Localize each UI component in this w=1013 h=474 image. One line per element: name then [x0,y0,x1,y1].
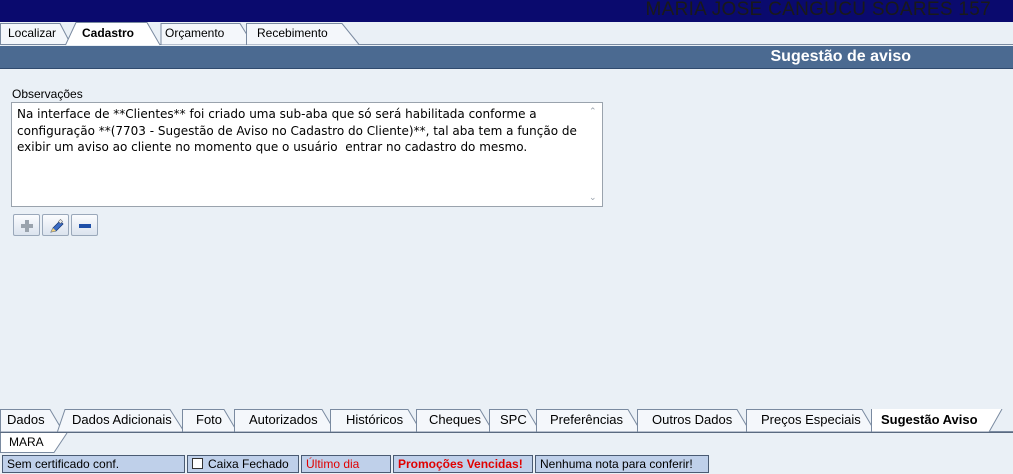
tab-dados-adicionais[interactable]: Dados Adicionais [57,409,185,432]
add-button[interactable] [13,214,40,236]
minus-icon [79,224,91,228]
status-bar: Sem certificado conf. Caixa Fechado Últi… [0,454,1013,474]
tab-outros-dados[interactable]: Outros Dados [637,409,751,432]
tab-spc[interactable]: SPC [489,409,541,432]
section-header: Sugestão de aviso [0,46,1013,69]
tab-spc-label: SPC [500,412,527,427]
tab-foto[interactable]: Foto [182,409,238,432]
user-tab-mara[interactable]: MARA [0,433,68,453]
tab-autorizados-label: Autorizados [249,412,318,427]
plus-icon [21,220,33,232]
user-tab-bar: MARA [0,432,1013,454]
tab-historicos-label: Históricos [346,412,404,427]
tab-orcamento-label: Orçamento [165,26,225,40]
status-caixa[interactable]: Caixa Fechado [187,455,299,473]
edit-button[interactable] [42,214,69,236]
pencil-icon [50,219,64,233]
top-banner: MARIA JOSE CANGUCU SOARES 157 [0,0,1013,22]
tab-autorizados[interactable]: Autorizados [234,409,336,432]
tab-recebimento[interactable]: Recebimento [246,22,360,45]
tab-dados-adicionais-label: Dados Adicionais [72,412,172,427]
tab-precos-especiais[interactable]: Preços Especiais [746,409,876,432]
scroll-down-icon[interactable]: ⌄ [589,192,597,203]
tab-preferencias-label: Preferências [550,412,623,427]
tab-dados[interactable]: Dados [0,409,64,432]
tab-precos-especiais-label: Preços Especiais [761,412,861,427]
observacoes-scrollbar[interactable]: ⌃ ⌄ [585,103,602,206]
tab-localizar[interactable]: Localizar [0,22,72,45]
status-nota: Nenhuma nota para conferir! [535,455,709,473]
tab-preferencias[interactable]: Preferências [536,409,642,432]
tab-outros-dados-label: Outros Dados [652,412,733,427]
status-ultimo-dia: Último dia [301,455,391,473]
observacoes-textarea[interactable]: Na interface de **Clientes** foi criado … [11,102,603,207]
status-caixa-label: Caixa Fechado [208,457,289,471]
bottom-tab-bar: Dados Dados Adicionais Foto Autorizados … [0,407,1013,433]
user-name: MARIA JOSE CANGUCU SOARES 157 [645,0,991,20]
remove-button[interactable] [71,214,98,236]
top-tab-bar: Localizar Cadastro Orçamento Recebimento [0,22,1013,46]
tab-sugestao-aviso[interactable]: Sugestão Aviso [871,409,1003,433]
observacoes-text: Na interface de **Clientes** foi criado … [17,107,577,154]
scroll-up-icon[interactable]: ⌃ [589,106,597,117]
user-tab-label: MARA [9,435,44,449]
tab-orcamento[interactable]: Orçamento [148,22,254,45]
observacoes-label: Observações [12,87,83,101]
status-promocoes: Promoções Vencidas! [393,455,533,473]
tab-cheques[interactable]: Cheques [416,409,494,432]
tab-cadastro-label: Cadastro [82,26,135,40]
tab-recebimento-label: Recebimento [257,26,328,40]
caixa-checkbox[interactable] [192,458,203,469]
tab-localizar-label: Localizar [8,26,57,40]
tab-sugestao-aviso-label: Sugestão Aviso [881,412,978,427]
tab-historicos[interactable]: Históricos [330,409,422,432]
tab-foto-label: Foto [196,412,223,427]
tab-dados-label: Dados [7,412,45,427]
tab-cadastro[interactable]: Cadastro [65,22,161,46]
section-title: Sugestão de aviso [770,48,912,65]
tab-cheques-label: Cheques [429,412,482,427]
status-certificado: Sem certificado conf. [2,455,185,473]
